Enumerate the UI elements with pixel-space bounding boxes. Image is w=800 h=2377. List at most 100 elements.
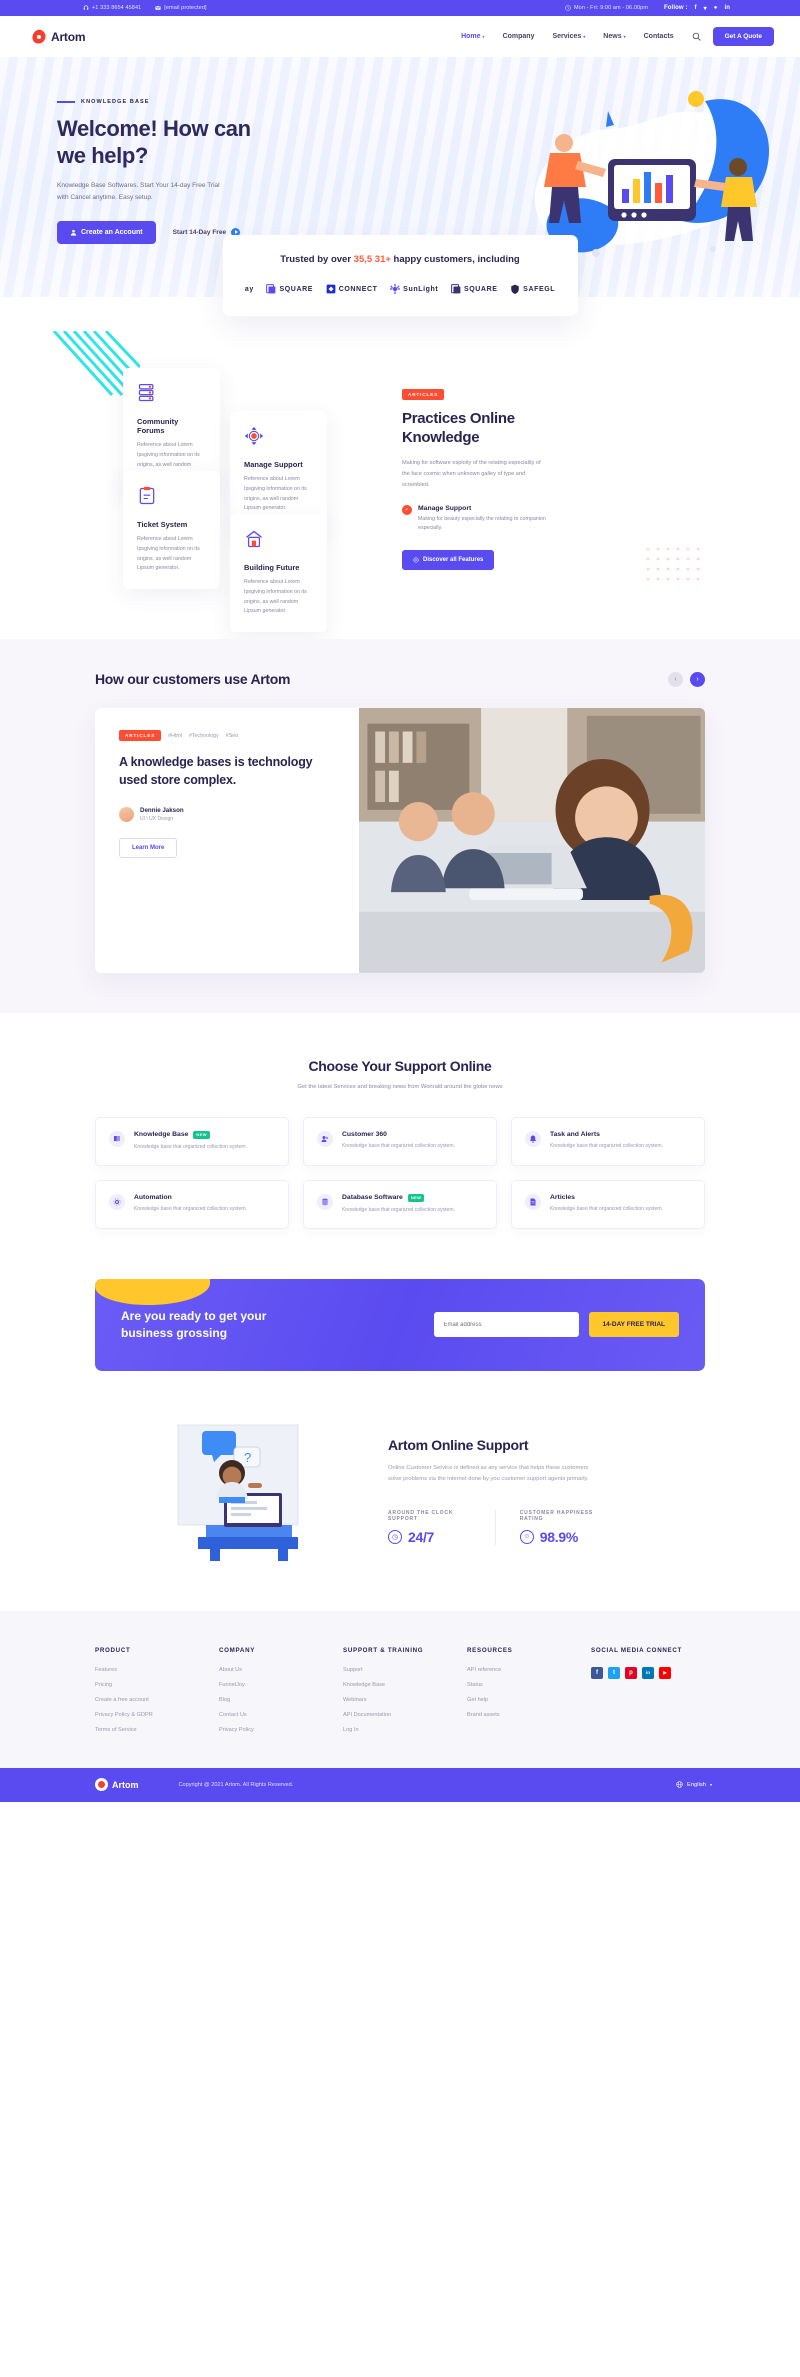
footer-column-company: COMPANY About Us FunnelJoy Blog Contact … <box>219 1647 333 1742</box>
footer-social-row: f t p in ▶ <box>591 1666 705 1679</box>
footer-link[interactable]: Get help <box>467 1697 581 1703</box>
footer-link[interactable]: Blog <box>219 1697 333 1703</box>
feature-title: Community Forums <box>137 417 179 435</box>
footer-link[interactable]: Support <box>343 1667 457 1673</box>
cta-yellow-blob-decoration <box>95 1278 210 1305</box>
svg-text:?: ? <box>244 1450 251 1465</box>
stat-happiness-rating: CUSTOMER HAPPINESS RATING ☺ 98.9% <box>494 1509 628 1545</box>
nav-item-services[interactable]: Services ▾ <box>552 33 585 40</box>
footer-link[interactable]: API Documentation <box>343 1712 457 1718</box>
learn-more-button[interactable]: Learn More <box>119 837 178 858</box>
feature-card-ticket-system[interactable]: Ticket System Reference about Lorem Ipsg… <box>123 471 220 590</box>
footer-link[interactable]: Privacy Policy & GDPR <box>95 1712 209 1718</box>
footer-link[interactable]: Features <box>95 1667 209 1673</box>
cta-section: Are you ready to get your business gross… <box>95 1278 705 1371</box>
new-badge: NEW <box>407 1193 425 1202</box>
ticket-icon <box>139 486 155 505</box>
support-card-knowledge-base[interactable]: Knowledge Base NEW Knowledge base that or… <box>95 1116 289 1166</box>
support-card-articles[interactable]: Articles Knowledge base that organized c… <box>511 1179 705 1229</box>
search-icon[interactable] <box>692 32 702 42</box>
footer-column-resources: RESOURCES API reference Status Get help … <box>467 1647 581 1742</box>
footer-link[interactable]: About Us <box>219 1667 333 1673</box>
discover-features-label: Discover all Features <box>423 556 484 563</box>
facebook-icon[interactable]: f <box>694 5 696 11</box>
stat-around-the-clock: AROUND THE CLOCK SUPPORT ◷ 24/7 <box>388 1510 495 1545</box>
footer-link[interactable]: Brand assets <box>467 1712 581 1718</box>
customer-story-title: A knowledge bases is technology used sto… <box>119 755 313 787</box>
stat-value: 24/7 <box>408 1528 435 1545</box>
headset-icon <box>83 5 89 10</box>
footer-column-heading: COMPANY <box>219 1646 256 1654</box>
get-a-quote-button[interactable]: Get A Quote <box>712 27 774 46</box>
topbar-phone[interactable]: +1 333 8654 45841 <box>83 5 141 11</box>
footer-link[interactable]: Create a free account <box>95 1697 209 1703</box>
email-input[interactable] <box>433 1312 579 1338</box>
nav-item-news[interactable]: News ▾ <box>603 33 625 40</box>
topbar-social-group: Follow : f ▾ ● in <box>664 5 730 12</box>
trust-title-suffix: happy customers, including <box>390 254 520 265</box>
carousel-prev-button[interactable]: ‹ <box>668 671 683 687</box>
nav-item-contacts[interactable]: Contacts <box>644 33 674 40</box>
tag-technology[interactable]: #Technology <box>189 733 219 739</box>
carousel-controls: ‹ › <box>668 671 705 687</box>
brand-logo[interactable]: Artom <box>30 28 86 45</box>
facebook-icon[interactable]: f <box>591 1666 603 1679</box>
discover-features-button[interactable]: Discover all Features <box>402 549 495 570</box>
customer-story-content: ARTICLES #Html #Technology #Seo A knowle… <box>95 708 359 973</box>
client-logo-connect-label: CONNECT <box>338 285 378 293</box>
footer-link[interactable]: Webinars <box>343 1697 457 1703</box>
main-navigation-bar: Artom Home ▾ Company Services ▾ News ▾ Cont… <box>0 16 800 57</box>
copyright-text: Copyright @ 2021 Artom. All Rights Reser… <box>178 1781 294 1788</box>
feature-text: Reference about Lorem Ipsgiving informat… <box>137 536 200 572</box>
footer-link[interactable]: Knowledge Base <box>343 1682 457 1688</box>
trust-title: Trusted by over 35,5 31+ happy customers… <box>223 254 578 265</box>
nav-item-company[interactable]: Company <box>503 33 535 40</box>
stat-value: 98.9% <box>539 1528 579 1545</box>
linkedin-icon[interactable]: in <box>724 5 730 11</box>
footer-column-product: PRODUCT Features Pricing Create a free a… <box>95 1647 209 1742</box>
behance-icon[interactable]: ● <box>714 5 718 11</box>
book-icon <box>109 1130 125 1147</box>
footer-link[interactable]: Contact Us <box>219 1712 333 1718</box>
footer-link[interactable]: API reference <box>467 1667 581 1673</box>
support-card-customer-360[interactable]: Customer 360 Knowledge base that organiz… <box>303 1116 497 1166</box>
footer-link[interactable]: Privacy Policy <box>219 1727 333 1733</box>
nav-item-contacts-label: Contacts <box>643 33 674 40</box>
author-role: UI \ UX Design <box>140 815 174 822</box>
topbar-right-group: Mon - Fri: 9:00 am - 06.00pm Follow : f … <box>565 5 730 12</box>
tag-seo[interactable]: #Seo <box>226 733 238 739</box>
stat-value-row: ☺ 98.9% <box>519 1528 604 1545</box>
support-card-text: Knowledge base that organized collection… <box>342 1206 455 1213</box>
support-card-automation[interactable]: Automation Knowledge base that organized… <box>95 1179 289 1229</box>
nav-item-company-label: Company <box>502 33 535 40</box>
gear-icon <box>109 1193 125 1210</box>
tag-html[interactable]: #Html <box>168 733 182 739</box>
bottom-brand-logo[interactable]: Artom <box>95 1778 139 1792</box>
pinterest-icon[interactable]: p <box>625 1666 637 1679</box>
youtube-icon[interactable]: ▶ <box>659 1666 671 1679</box>
language-selector[interactable]: English ▾ <box>676 1781 712 1788</box>
feature-card-manage-support[interactable]: Manage Support Reference about Lorem Ips… <box>230 411 327 530</box>
trust-highlight: 35,5 31+ <box>353 254 391 265</box>
footer-link[interactable]: Log In <box>343 1727 457 1733</box>
footer-link[interactable]: FunnelJoy <box>219 1682 333 1688</box>
free-trial-button[interactable]: 14-DAY FREE TRIAL <box>588 1312 679 1338</box>
connect-logo-icon <box>326 284 336 294</box>
footer-link[interactable]: Terms of Service <box>95 1727 209 1733</box>
support-card-database-software[interactable]: Database Software NEW Knowledge base that… <box>303 1179 497 1229</box>
topbar-hours: Mon - Fri: 9:00 am - 06.00pm <box>565 5 648 11</box>
twitter-icon[interactable]: ▾ <box>704 5 707 12</box>
move-arrows-icon <box>244 426 264 446</box>
manage-support-title: Manage Support <box>418 504 472 512</box>
carousel-next-button[interactable]: › <box>690 671 705 687</box>
footer-link[interactable]: Pricing <box>95 1682 209 1688</box>
support-card-task-and-alerts[interactable]: Task and Alerts Knowledge base that orga… <box>511 1116 705 1166</box>
topbar-email[interactable]: [email protected] <box>155 5 207 11</box>
smile-icon: ☺ <box>519 1529 534 1544</box>
nav-item-home[interactable]: Home ▾ <box>461 33 484 40</box>
hero-eyebrow-text: KNOWLEDGE BASE <box>81 99 150 105</box>
linkedin-icon[interactable]: in <box>642 1666 654 1679</box>
feature-card-building-future[interactable]: Building Future Reference about Lorem Ip… <box>230 514 327 633</box>
footer-link[interactable]: Status <box>467 1682 581 1688</box>
twitter-icon[interactable]: t <box>608 1666 620 1679</box>
